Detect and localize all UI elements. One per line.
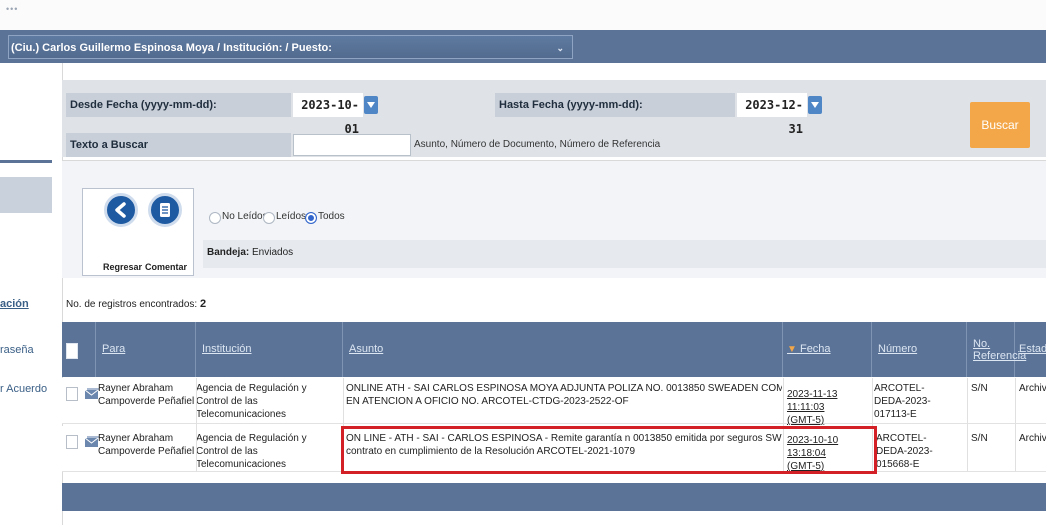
row-numero-line1: ARCOTEL- [876,433,927,444]
row-numero-line2: DEDA-2023-017113-E [874,396,931,420]
rail-divider [0,160,52,163]
row-para-line2: Campoverde Peñafiel [98,446,195,457]
row-checkbox[interactable] [66,435,78,449]
row-asunto-line1: ONLINE ATH - SAI CARLOS ESPINOSA MOYA AD… [346,383,782,394]
arrow-left-icon [115,202,126,218]
header-referencia-line2: Referencia [973,350,1027,362]
texto-label: Texto a Buscar [66,133,291,157]
select-all-checkbox[interactable] [66,343,78,359]
header-referencia[interactable]: No. Referencia [967,322,1027,377]
search-text-input[interactable] [293,134,411,156]
table-row[interactable]: Rayner Abraham Campoverde Peñafiel Agenc… [62,378,1046,426]
table-footer-bar [62,483,1046,511]
left-rail [0,63,63,525]
document-icon [160,203,170,217]
top-strip: ••• [0,0,1046,31]
column-divider [967,378,968,472]
comentar-label: Comentar [145,262,188,272]
regresar-button[interactable] [104,193,138,227]
hasta-label: Hasta Fecha (yyyy-mm-dd): [495,93,735,117]
comentar-button[interactable] [148,193,182,227]
user-institution-label: (Ciu.) Carlos Guillermo Espinosa Moya / … [11,42,332,54]
row-estado: Archivad [1019,383,1046,394]
bandeja-panel [203,240,1046,268]
rail-panel [0,177,52,213]
radio-no-leidos[interactable] [209,212,221,224]
record-count-value: 2 [199,298,207,310]
row-numero-line1: ARCOTEL- [874,383,925,394]
record-count-label: No. de registros encontrados: [66,299,198,310]
header-numero[interactable]: Número Documento [872,322,967,410]
highlight-box [341,426,877,474]
column-divider [196,378,197,472]
hasta-date-field[interactable]: 2023-12-31 [737,93,807,136]
radio-no-leidos-label: No Leídos [222,211,268,222]
desde-label: Desde Fecha (yyyy-mm-dd): [66,93,291,117]
column-divider [1015,378,1016,472]
radio-todos-label: Todos [318,211,345,222]
record-count: No. de registros encontrados: 2 [66,298,206,310]
row-referencia: S/N [971,383,988,394]
header-icon-col [82,322,96,377]
desde-calendar-icon[interactable] [364,96,378,114]
row-para-line1: Rayner Abraham [98,383,174,394]
regresar-label: Regresar [103,262,143,272]
header-referencia-line1: No. [973,338,991,350]
row-institucion-line1: Agencia de Regulación y Control de las [196,433,307,457]
nav-item-contrasena[interactable]: raseña [0,344,34,356]
row-institucion-line2: Telecomunicaciones [196,459,287,470]
nav-item-acuerdo[interactable]: r Acuerdo [0,383,47,395]
search-hint: Asunto, Número de Documento, Número de R… [414,139,661,150]
header-fecha[interactable]: ▼ Fecha Documento [783,322,872,410]
row-para-line1: Rayner Abraham [98,433,174,444]
radio-todos[interactable] [305,212,317,224]
radio-leidos[interactable] [263,212,275,224]
sort-down-icon: ▼ [787,344,797,355]
header-para[interactable]: Para [96,322,196,377]
header-estado[interactable]: Estado [1015,322,1046,377]
window-dots-icon: ••• [6,4,19,14]
radio-leidos-label: Leídos [276,211,307,222]
hasta-calendar-icon[interactable] [808,96,822,114]
row-para-line2: Campoverde Peñafiel [98,396,195,407]
row-checkbox[interactable] [66,387,78,401]
row-fecha-line1[interactable]: 2023-11-13 11:11:03 [787,388,872,414]
row-institucion-line2: Telecomunicaciones [196,409,287,420]
chevron-down-icon: ⌄ [556,43,564,53]
bandeja-value: Enviados [252,247,294,258]
row-referencia: S/N [971,433,988,444]
header-asunto[interactable]: Asunto [343,322,783,377]
user-institution-select[interactable]: (Ciu.) Carlos Guillermo Espinosa Moya / … [8,35,573,59]
bandeja-label: Bandeja: [207,247,250,258]
bandeja-info: Bandeja: Enviados [207,247,293,258]
row-estado: Archivad [1019,433,1046,444]
header-institucion[interactable]: Institución [196,322,343,377]
buscar-button[interactable]: Buscar [970,102,1030,148]
row-institucion-line1: Agencia de Regulación y Control de las [196,383,307,407]
row-asunto-line2: EN ATENCION A OFICIO NO. ARCOTEL-CTDG-20… [346,396,629,407]
row-numero-line2: DEDA-2023-015668-E [876,446,933,470]
desde-date-field[interactable]: 2023-10-01 [293,93,363,136]
nav-item-informacion[interactable]: ación [0,298,29,310]
